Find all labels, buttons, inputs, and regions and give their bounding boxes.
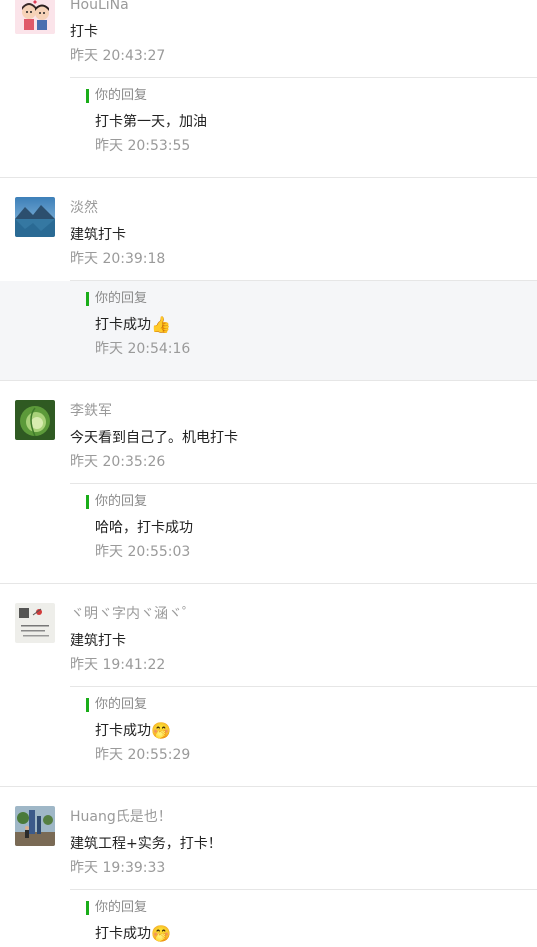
reply-divider (70, 77, 537, 78)
comment-time: 昨天 20:35:26 (70, 454, 166, 470)
comment-time: 昨天 19:41:22 (70, 657, 166, 673)
comment-divider (0, 583, 537, 584)
comment-time: 昨天 20:39:18 (70, 251, 166, 267)
reply-text: 打卡成功 (95, 723, 151, 739)
comment-content: 打卡 (70, 24, 98, 40)
reply-label: 你的回复 (86, 697, 147, 713)
reply-content: 哈哈，打卡成功 (95, 520, 193, 536)
comment-nickname[interactable]: HouLiNa (70, 0, 129, 14)
comment-list: HouLiNa 打卡 昨天 20:43:27 你的回复 打卡第一天，加油 昨天 … (0, 0, 537, 947)
reply-label: 你的回复 (86, 900, 147, 916)
comment-nickname[interactable]: 淡然 (70, 199, 98, 217)
comment-content: 建筑打卡 (70, 633, 126, 649)
reply-content: 打卡成功👍 (95, 316, 171, 334)
comment-nickname[interactable]: Huang氏是也！ (70, 808, 172, 826)
thumbs-up-icon: 👍 (151, 315, 171, 334)
comment-time: 昨天 20:43:27 (70, 48, 166, 64)
reply-content: 打卡成功🤭 (95, 925, 171, 943)
reply-content: 打卡第一天，加油 (95, 114, 207, 130)
playground-icon (15, 806, 55, 846)
comment-divider (0, 177, 537, 178)
cabbage-icon (15, 400, 55, 440)
hand-over-mouth-icon: 🤭 (151, 924, 171, 943)
reply-time: 昨天 20:55:29 (95, 747, 191, 763)
hand-over-mouth-icon: 🤭 (151, 721, 171, 740)
comment-nickname[interactable]: ヾ明ヾ字内ヾ涵ヾ゜ (70, 605, 196, 623)
reply-divider (70, 889, 537, 890)
calligraphy-icon (15, 603, 55, 643)
avatar[interactable] (15, 197, 55, 237)
avatar[interactable] (15, 603, 55, 643)
reply-highlight-bg (0, 281, 537, 380)
lake-landscape-icon (15, 197, 55, 237)
avatar[interactable] (15, 400, 55, 440)
couple-cartoon-icon (15, 0, 55, 34)
avatar[interactable] (15, 806, 55, 846)
reply-label: 你的回复 (86, 88, 147, 104)
comment-divider (0, 786, 537, 787)
reply-divider (70, 280, 537, 281)
comment-nickname[interactable]: 李鉄军 (70, 402, 112, 420)
reply-content: 打卡成功🤭 (95, 722, 171, 740)
comment-time: 昨天 19:39:33 (70, 860, 166, 876)
reply-label: 你的回复 (86, 494, 147, 510)
reply-time: 昨天 20:53:55 (95, 138, 191, 154)
reply-text: 打卡成功 (95, 317, 151, 333)
comment-divider (0, 380, 537, 381)
comment-content: 建筑打卡 (70, 227, 126, 243)
comment-content: 建筑工程+实务，打卡！ (70, 836, 222, 852)
avatar[interactable] (15, 0, 55, 34)
reply-divider (70, 483, 537, 484)
reply-text: 打卡成功 (95, 926, 151, 942)
comment-content: 今天看到自己了。机电打卡 (70, 430, 238, 446)
reply-time: 昨天 20:55:03 (95, 544, 191, 560)
reply-divider (70, 686, 537, 687)
reply-label: 你的回复 (86, 291, 147, 307)
reply-time: 昨天 20:54:16 (95, 341, 191, 357)
